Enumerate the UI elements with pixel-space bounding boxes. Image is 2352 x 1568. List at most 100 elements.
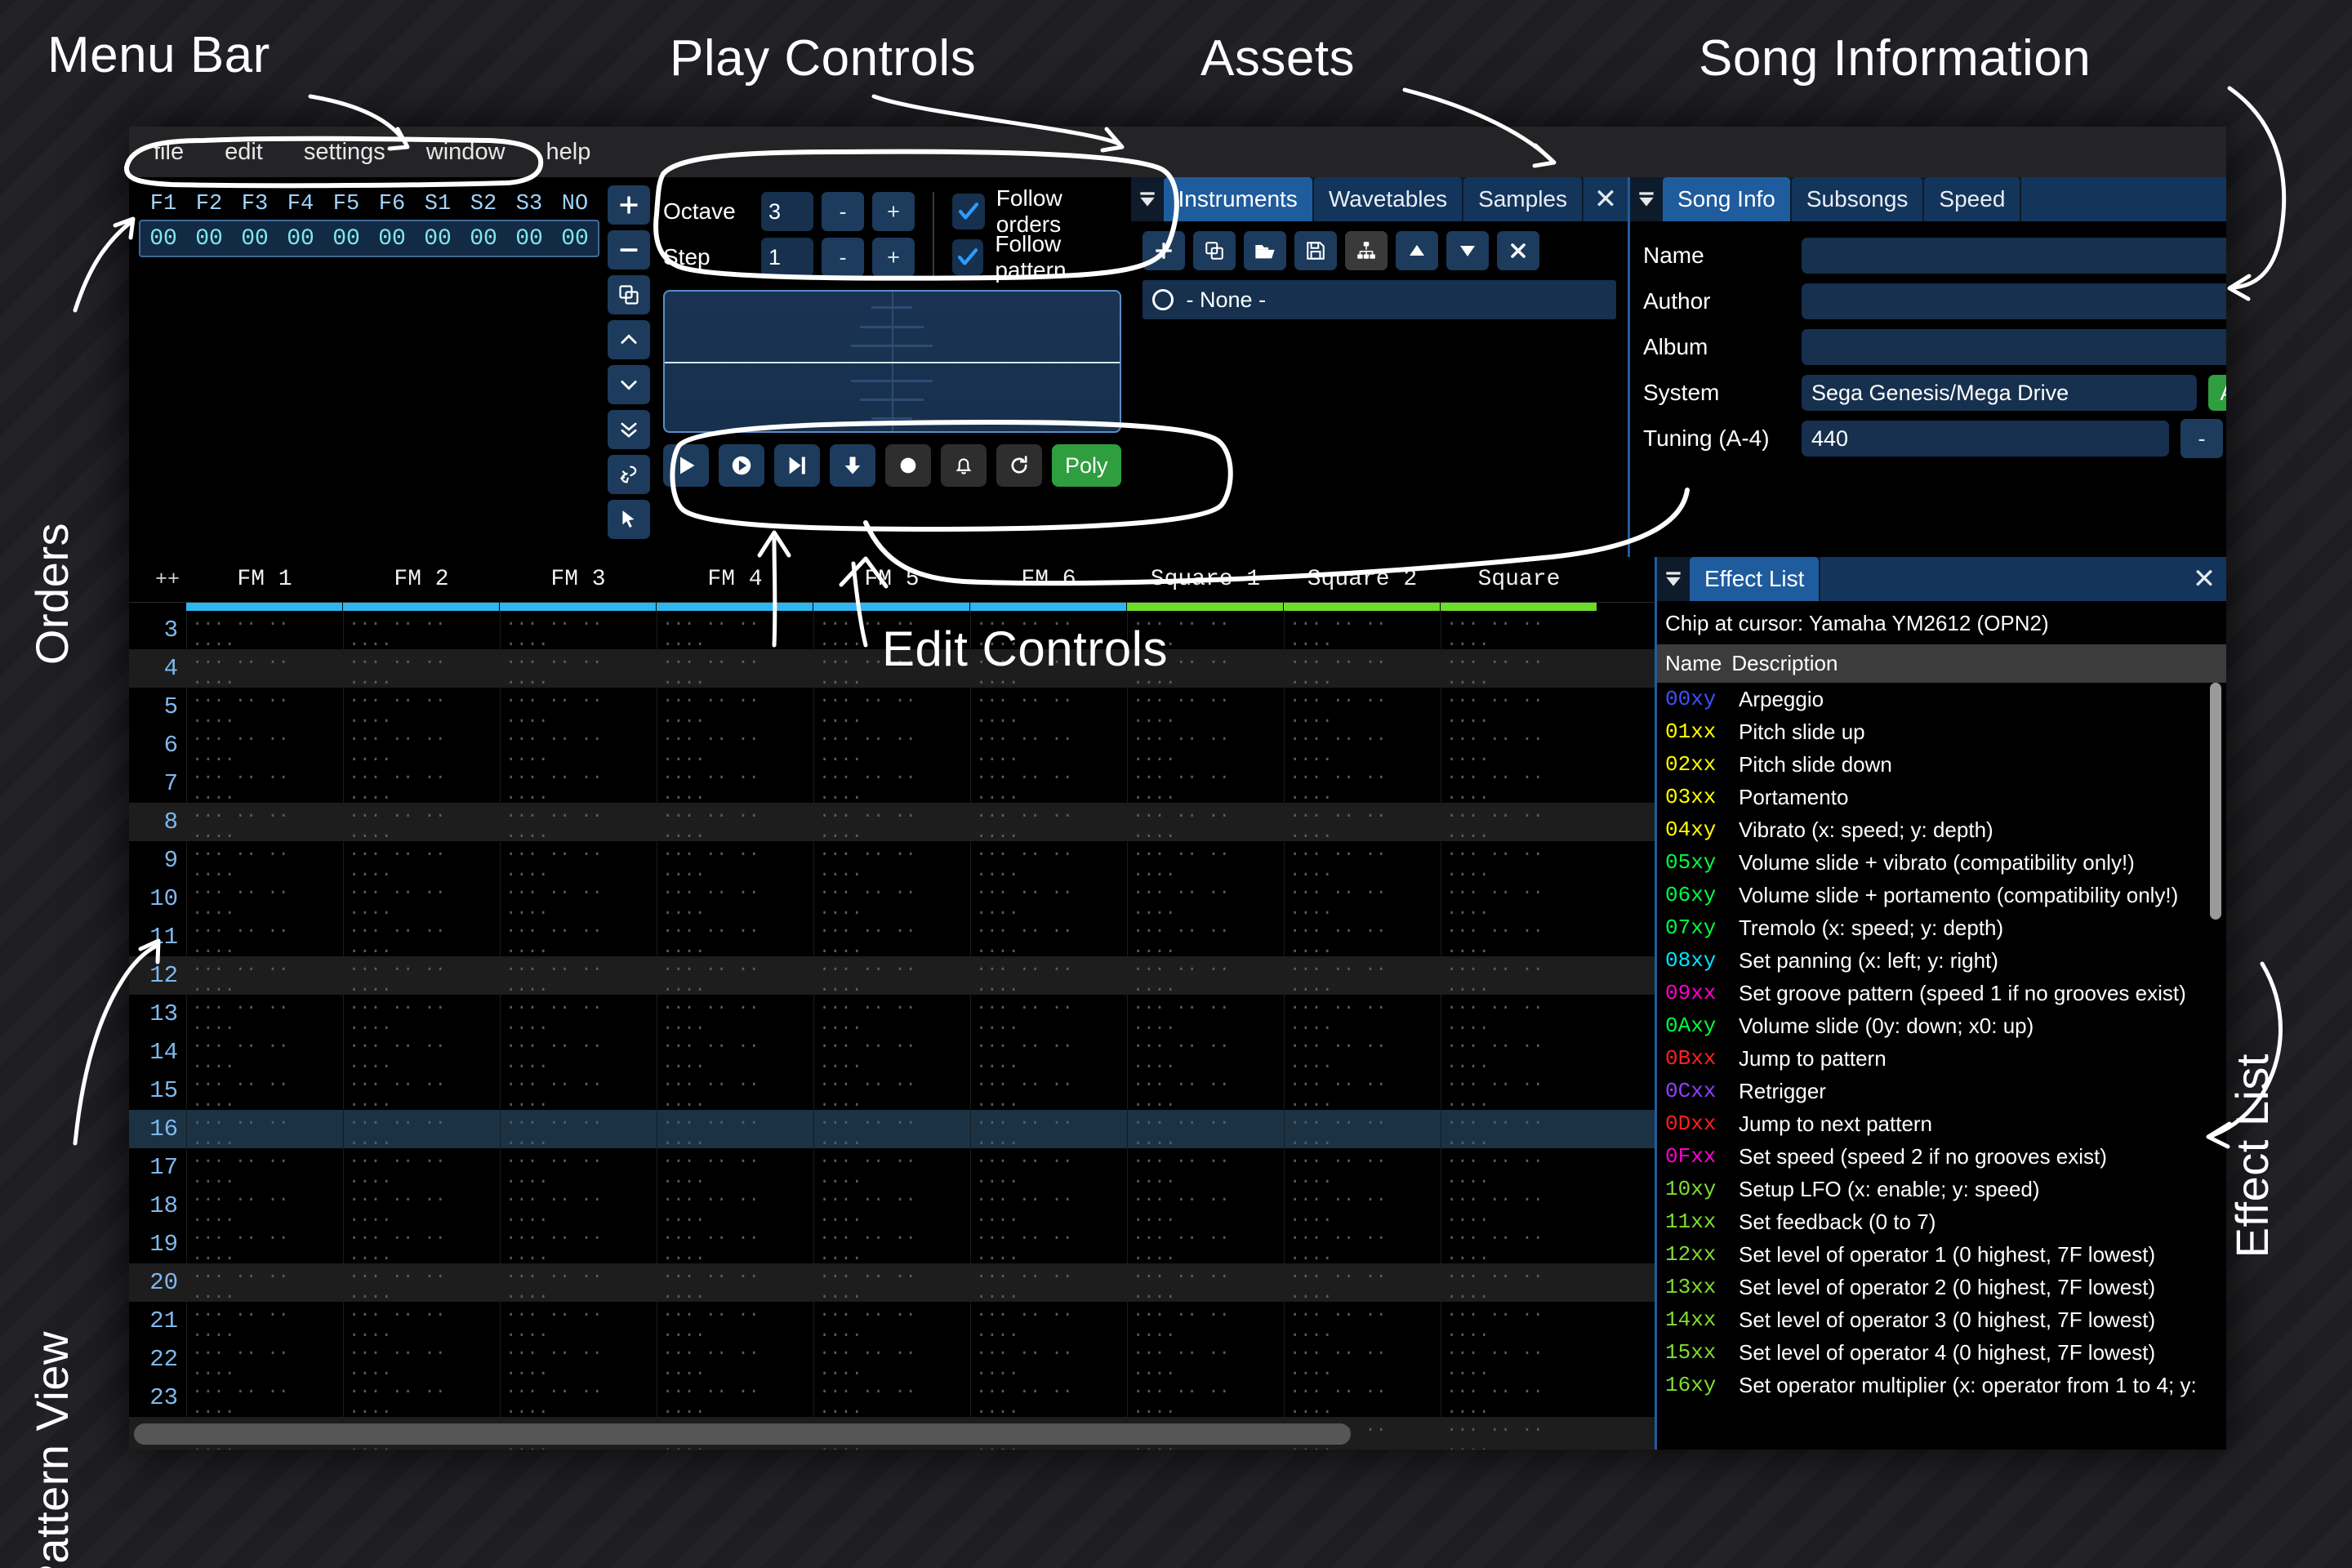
pattern-cell[interactable]: ... .. .. .... — [1441, 956, 1597, 995]
menu-item-help[interactable]: help — [540, 136, 598, 169]
pattern-cell[interactable]: ... .. .. .... — [186, 995, 343, 1033]
pattern-horizontal-scrollbar[interactable] — [134, 1423, 1351, 1445]
pattern-cell[interactable]: ... .. .. .... — [1441, 611, 1597, 649]
pattern-cell[interactable]: ... .. .. .... — [343, 649, 500, 688]
order-cell[interactable]: 00 — [186, 226, 232, 252]
pattern-cell[interactable]: ... .. .. .... — [186, 764, 343, 803]
pattern-cell[interactable]: ... .. .. .... — [1441, 995, 1597, 1033]
move-up-icon[interactable] — [1396, 231, 1438, 270]
pattern-cell[interactable]: ... .. .. .... — [657, 1225, 813, 1263]
pattern-cell[interactable]: ... .. .. .... — [186, 1110, 343, 1148]
effect-list-row[interactable]: 00xyArpeggio — [1665, 683, 2226, 715]
pattern-cell[interactable]: ... .. .. .... — [657, 1187, 813, 1225]
pattern-cell[interactable]: ... .. .. .... — [343, 1379, 500, 1417]
pattern-cell[interactable]: ... .. .. .... — [186, 1071, 343, 1110]
add-order-icon[interactable] — [608, 185, 650, 225]
effect-list-row[interactable]: 07xyTremolo (x: speed; y: depth) — [1665, 911, 2226, 944]
collapse-icon[interactable] — [1630, 177, 1663, 221]
effect-list-rows[interactable]: 00xyArpeggio01xxPitch slide up02xxPitch … — [1657, 683, 2226, 1450]
tab-speed[interactable]: Speed — [1924, 177, 2020, 221]
pattern-row[interactable]: 8... .. .. ....... .. .. ....... .. .. .… — [129, 803, 1655, 841]
pattern-cell[interactable]: ... .. .. .... — [186, 880, 343, 918]
pattern-cell[interactable]: ... .. .. .... — [657, 649, 813, 688]
pattern-cell[interactable]: ... .. .. .... — [500, 1340, 657, 1379]
pattern-cell[interactable]: ... .. .. .... — [343, 1340, 500, 1379]
pattern-cell[interactable]: ... .. .. .... — [970, 995, 1127, 1033]
effect-list-row[interactable]: 06xyVolume slide + portamento (compatibi… — [1665, 879, 2226, 911]
step-plus-button[interactable]: + — [872, 238, 915, 277]
pattern-row[interactable]: 21... .. .. ....... .. .. ....... .. .. … — [129, 1302, 1655, 1340]
order-cell[interactable]: 00 — [278, 226, 323, 252]
pattern-cell[interactable]: ... .. .. .... — [1441, 1340, 1597, 1379]
pattern-cell[interactable]: ... .. .. .... — [1441, 803, 1597, 841]
pattern-cell[interactable]: ... .. .. .... — [1127, 1302, 1284, 1340]
pattern-cell[interactable]: ... .. .. .... — [500, 1225, 657, 1263]
pattern-cell[interactable]: ... .. .. .... — [1284, 1225, 1441, 1263]
pattern-cell[interactable]: ... .. .. .... — [1284, 1071, 1441, 1110]
effect-list-row[interactable]: 0DxxJump to next pattern — [1665, 1107, 2226, 1140]
pattern-row[interactable]: 15... .. .. ....... .. .. ....... .. .. … — [129, 1071, 1655, 1110]
pattern-cell[interactable]: ... .. .. .... — [500, 1033, 657, 1071]
pattern-cell[interactable]: ... .. .. .... — [657, 995, 813, 1033]
follow-pattern-checkbox[interactable] — [952, 239, 984, 275]
pattern-cell[interactable]: ... .. .. .... — [970, 803, 1127, 841]
pattern-row[interactable]: 23... .. .. ....... .. .. ....... .. .. … — [129, 1379, 1655, 1417]
effect-list-row[interactable]: 01xxPitch slide up — [1665, 715, 2226, 748]
pattern-cell[interactable]: ... .. .. .... — [970, 1225, 1127, 1263]
auto-button[interactable]: Auto — [2208, 375, 2226, 411]
pattern-cell[interactable]: ... .. .. .... — [813, 1071, 970, 1110]
pattern-cell[interactable]: ... .. .. .... — [1441, 1187, 1597, 1225]
pattern-cell[interactable]: ... .. .. .... — [970, 1340, 1127, 1379]
pattern-row[interactable]: 13... .. .. ....... .. .. ....... .. .. … — [129, 995, 1655, 1033]
pattern-cell[interactable]: ... .. .. .... — [1127, 1379, 1284, 1417]
effect-list-row[interactable]: 08xySet panning (x: left; y: right) — [1665, 944, 2226, 977]
pattern-cell[interactable]: ... .. .. .... — [1441, 1302, 1597, 1340]
step-one-row-button[interactable] — [830, 444, 875, 487]
pattern-cell[interactable]: ... .. .. .... — [1441, 841, 1597, 880]
channel-header-square-1[interactable]: Square 1 — [1127, 567, 1284, 592]
menu-item-file[interactable]: file — [147, 136, 190, 169]
follow-pattern-row[interactable]: Follow pattern — [952, 234, 1121, 280]
pattern-row[interactable]: 22... .. .. ....... .. .. ....... .. .. … — [129, 1340, 1655, 1379]
pattern-cell[interactable]: ... .. .. .... — [1284, 1263, 1441, 1302]
pattern-cell[interactable]: ... .. .. .... — [500, 956, 657, 995]
pattern-cell[interactable]: ... .. .. .... — [500, 803, 657, 841]
pattern-cell[interactable]: ... .. .. .... — [1284, 995, 1441, 1033]
pattern-cell[interactable]: ... .. .. .... — [343, 1263, 500, 1302]
pattern-cell[interactable]: ... .. .. .... — [186, 1263, 343, 1302]
pattern-cell[interactable]: ... .. .. .... — [343, 1225, 500, 1263]
pattern-cell[interactable]: ... .. .. .... — [500, 1110, 657, 1148]
pattern-cell[interactable]: ... .. .. .... — [500, 1148, 657, 1187]
pattern-cell[interactable]: ... .. .. .... — [1441, 1110, 1597, 1148]
pattern-cell[interactable]: ... .. .. .... — [1284, 1033, 1441, 1071]
oscilloscope[interactable] — [663, 290, 1121, 433]
pattern-cell[interactable]: ... .. .. .... — [1441, 688, 1597, 726]
channel-header-square-3[interactable]: Square — [1441, 567, 1597, 592]
pattern-cell[interactable]: ... .. .. .... — [657, 1263, 813, 1302]
pattern-row[interactable]: 11... .. .. ....... .. .. ....... .. .. … — [129, 918, 1655, 956]
pattern-cell[interactable]: ... .. .. .... — [813, 1263, 970, 1302]
pattern-cell[interactable]: ... .. .. .... — [1441, 1225, 1597, 1263]
order-cell[interactable]: 00 — [461, 226, 506, 252]
pattern-row[interactable]: 7... .. .. ....... .. .. ....... .. .. .… — [129, 764, 1655, 803]
pattern-cell[interactable]: ... .. .. .... — [343, 995, 500, 1033]
pattern-corner-label[interactable]: ++ — [129, 568, 186, 591]
channel-header-square-2[interactable]: Square 2 — [1284, 567, 1441, 592]
pattern-cell[interactable]: ... .. .. .... — [657, 918, 813, 956]
play-from-cursor-button[interactable] — [719, 444, 764, 487]
pattern-cell[interactable]: ... .. .. .... — [970, 764, 1127, 803]
pattern-cell[interactable]: ... .. .. .... — [1441, 1148, 1597, 1187]
pattern-cell[interactable]: ... .. .. .... — [813, 649, 970, 688]
effect-list-scrollbar[interactable] — [2210, 683, 2221, 920]
pattern-row[interactable]: 17... .. .. ....... .. .. ....... .. .. … — [129, 1148, 1655, 1187]
pattern-row[interactable]: 16... .. .. ....... .. .. ....... .. .. … — [129, 1110, 1655, 1148]
pattern-cell[interactable]: ... .. .. .... — [343, 880, 500, 918]
pattern-cell[interactable]: ... .. .. .... — [1441, 918, 1597, 956]
pattern-cell[interactable]: ... .. .. .... — [657, 1110, 813, 1148]
pattern-cell[interactable]: ... .. .. .... — [970, 956, 1127, 995]
pattern-cell[interactable]: ... .. .. .... — [500, 995, 657, 1033]
effect-list-row[interactable]: 12xxSet level of operator 1 (0 highest, … — [1665, 1238, 2226, 1271]
pattern-cell[interactable]: ... .. .. .... — [1127, 1187, 1284, 1225]
pattern-cell[interactable]: ... .. .. .... — [970, 649, 1127, 688]
pattern-cell[interactable]: ... .. .. .... — [500, 1263, 657, 1302]
